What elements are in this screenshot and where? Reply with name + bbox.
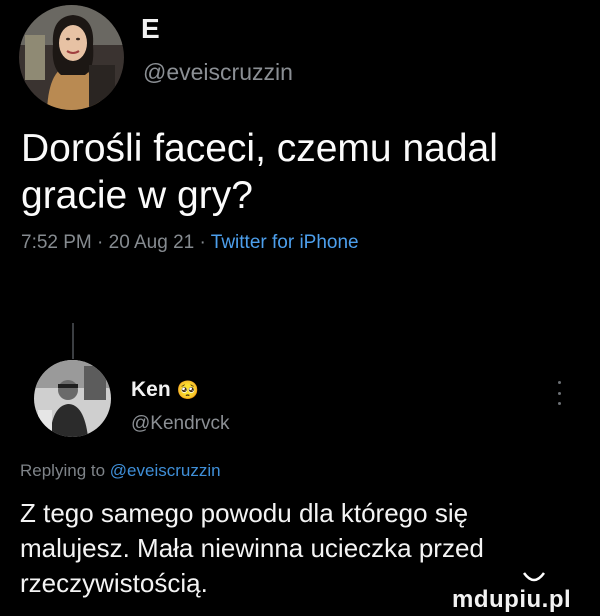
reply-name-text: Ken bbox=[131, 378, 171, 401]
reply-avatar-photo bbox=[34, 360, 111, 437]
tweet-source[interactable]: Twitter for iPhone bbox=[211, 232, 359, 253]
avatar-photo bbox=[19, 5, 124, 110]
replying-mention[interactable]: @eveiscruzzin bbox=[110, 461, 221, 480]
display-name[interactable]: E bbox=[141, 13, 160, 45]
user-handle[interactable]: @eveiscruzzin bbox=[143, 59, 293, 86]
user-avatar[interactable] bbox=[19, 5, 124, 110]
tweet-timestamp[interactable]: 7:52 PM · 20 Aug 21 · bbox=[21, 232, 211, 253]
watermark-logo-icon bbox=[522, 572, 546, 582]
pleading-face-emoji: 🥺 bbox=[176, 379, 200, 400]
thread-connector bbox=[72, 323, 74, 359]
watermark: mdupiu.pl bbox=[452, 586, 572, 613]
replying-to: Replying to @eveiscruzzin bbox=[20, 461, 221, 481]
reply-avatar[interactable] bbox=[34, 360, 111, 437]
reply-handle[interactable]: @Kendrvck bbox=[131, 413, 230, 435]
more-vertical-icon[interactable] bbox=[556, 381, 562, 405]
replying-prefix: Replying to bbox=[20, 461, 110, 480]
reply-display-name[interactable]: Ken 🥺 bbox=[131, 378, 199, 402]
tweet-text: Dorośli faceci, czemu nadal gracie w gry… bbox=[21, 127, 498, 217]
tweet-meta: 7:52 PM · 20 Aug 21 · Twitter for iPhone bbox=[21, 232, 359, 254]
